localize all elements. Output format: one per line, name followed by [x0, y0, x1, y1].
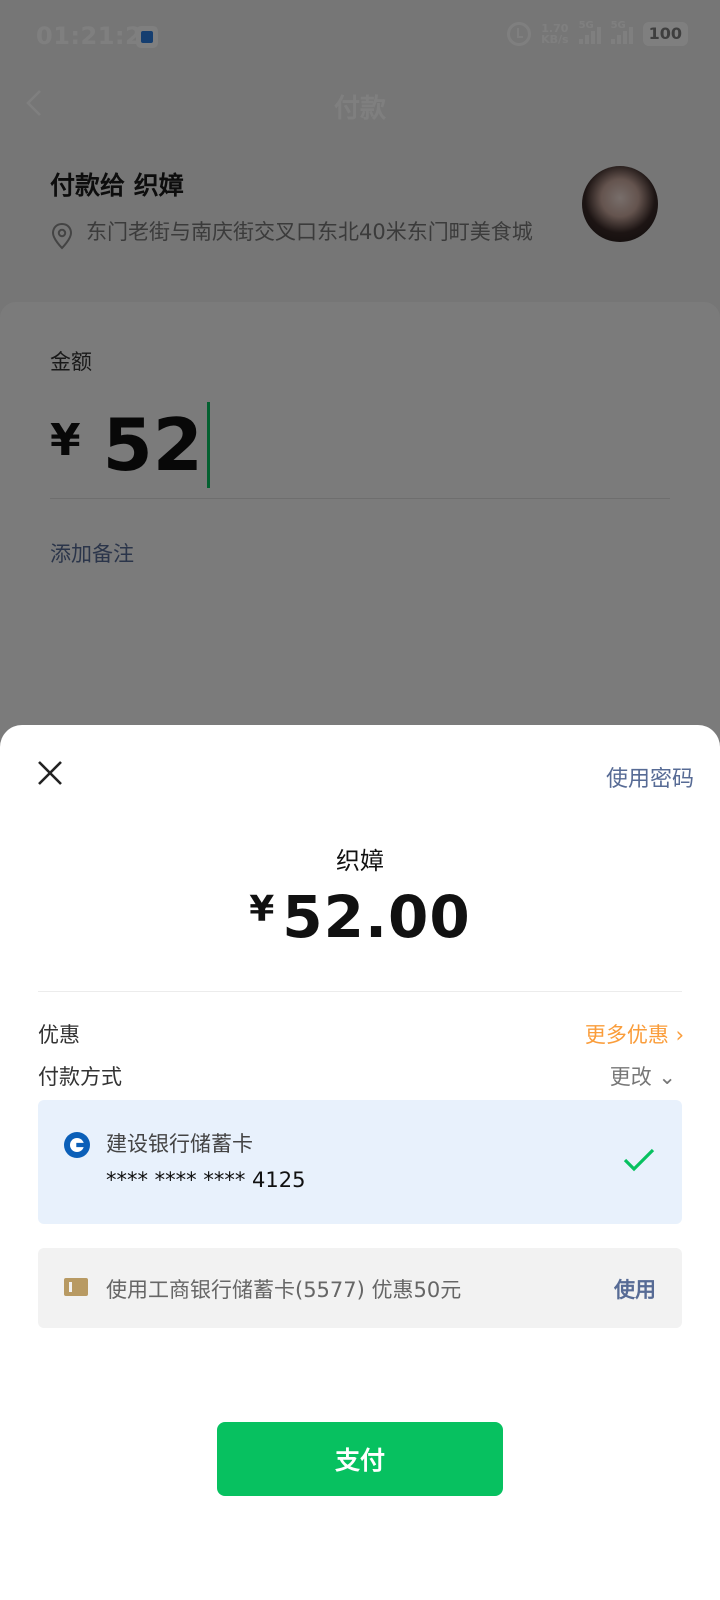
sheet-amount-value: 52.00 [282, 883, 471, 951]
coupon-row[interactable]: 使用工商银行储蓄卡(5577) 优惠50元 使用 [38, 1248, 682, 1328]
bank-card-name: 建设银行储蓄卡 [106, 1132, 253, 1156]
check-icon [623, 1148, 655, 1172]
change-method-link[interactable]: 更改 ⌄ [610, 1061, 676, 1091]
pay-button[interactable]: 支付 [217, 1422, 503, 1496]
close-icon[interactable] [34, 757, 66, 789]
use-coupon-button[interactable]: 使用 [614, 1274, 656, 1304]
ccb-bank-icon [64, 1132, 90, 1158]
bank-card-number: **** **** **** 4125 [106, 1168, 306, 1192]
selected-bank-card[interactable]: 建设银行储蓄卡 **** **** **** 4125 [38, 1100, 682, 1224]
more-promos-link[interactable]: 更多优惠 › [585, 1019, 684, 1049]
sheet-payee-name: 织嫜 [336, 847, 384, 875]
sheet-amount: ¥52.00 [0, 883, 720, 951]
payment-method-label: 付款方式 [38, 1065, 122, 1089]
payment-sheet: 使用密码 织嫜 ¥52.00 优惠 更多优惠 › 付款方式 更改 ⌄ 建设银行储… [0, 725, 720, 1600]
coupon-text: 使用工商银行储蓄卡(5577) 优惠50元 [106, 1278, 462, 1302]
divider [38, 991, 682, 992]
sheet-currency-symbol: ¥ [249, 889, 275, 930]
promo-label: 优惠 [38, 1023, 80, 1047]
use-password-link[interactable]: 使用密码 [606, 761, 694, 793]
coupon-ticket-icon [64, 1278, 88, 1296]
